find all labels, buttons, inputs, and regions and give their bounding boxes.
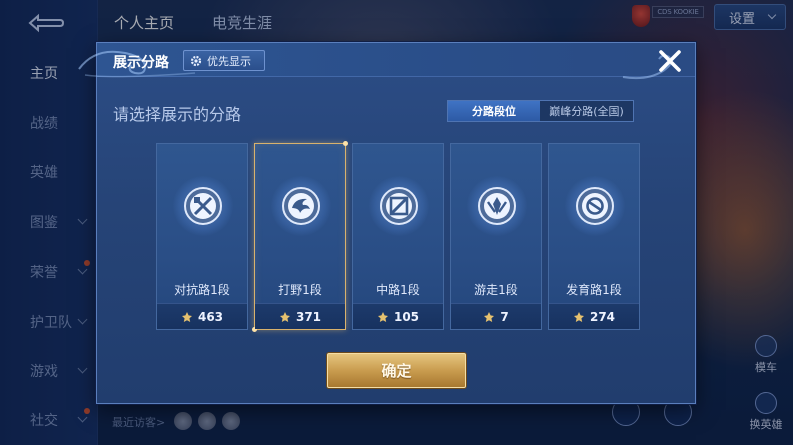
segment-lane-rank[interactable]: 分路段位 — [448, 101, 540, 121]
lane-name: 打野1段 — [278, 283, 322, 297]
lane-mode-toggle: 分路段位 巅峰分路(全国) — [447, 100, 634, 122]
lane-score: 105 — [353, 303, 443, 329]
priority-display-button[interactable]: 优先显示 — [183, 50, 265, 71]
peak-star-icon — [484, 311, 495, 322]
corner-sparkle — [343, 141, 348, 146]
lane-card-jungle[interactable]: 打野1段 371 — [252, 141, 348, 332]
lane-display-dialog: 展示分路 优先显示 请选择展示的分路 分路段位 巅峰分路(全国) 对抗路1段 4… — [78, 42, 696, 404]
lane-score: 371 — [255, 303, 345, 329]
lane-score-value: 371 — [295, 309, 322, 324]
peak-star-icon — [181, 311, 192, 322]
mid-lane-icon — [380, 187, 418, 225]
confirm-button[interactable]: 确定 — [327, 353, 466, 388]
lane-score-value: 7 — [500, 309, 509, 324]
lane-card-farm[interactable]: 发育路1段 274 — [548, 143, 640, 330]
dialog-title: 展示分路 — [113, 55, 169, 71]
roam-icon — [478, 187, 516, 225]
lane-score: 274 — [549, 303, 639, 329]
lane-score: 7 — [451, 303, 541, 329]
peak-star-icon — [279, 311, 290, 322]
lane-score: 463 — [157, 303, 247, 329]
clash-lane-icon — [184, 187, 222, 225]
lane-name: 中路1段 — [376, 283, 420, 297]
lane-name: 游走1段 — [474, 283, 518, 297]
priority-display-label: 优先显示 — [207, 54, 251, 68]
lane-score-value: 274 — [589, 309, 616, 324]
segment-peak-lane[interactable]: 巅峰分路(全国) — [540, 101, 633, 121]
lane-card-roam[interactable]: 游走1段 7 — [450, 143, 542, 330]
lane-card-mid[interactable]: 中路1段 105 — [352, 143, 444, 330]
peak-star-icon — [573, 311, 584, 322]
lane-score-value: 463 — [197, 309, 224, 324]
farm-lane-icon — [576, 187, 614, 225]
lane-select-prompt: 请选择展示的分路 — [113, 105, 242, 124]
peak-star-icon — [377, 311, 388, 322]
dialog-header: 展示分路 优先显示 — [78, 43, 695, 80]
lane-score-value: 105 — [393, 309, 420, 324]
lane-name: 对抗路1段 — [174, 283, 230, 297]
close-icon[interactable] — [657, 48, 683, 74]
gear-icon — [190, 55, 202, 66]
lane-name: 发育路1段 — [566, 283, 622, 297]
lane-card-clash[interactable]: 对抗路1段 463 — [156, 143, 248, 330]
jungle-icon — [282, 187, 320, 225]
